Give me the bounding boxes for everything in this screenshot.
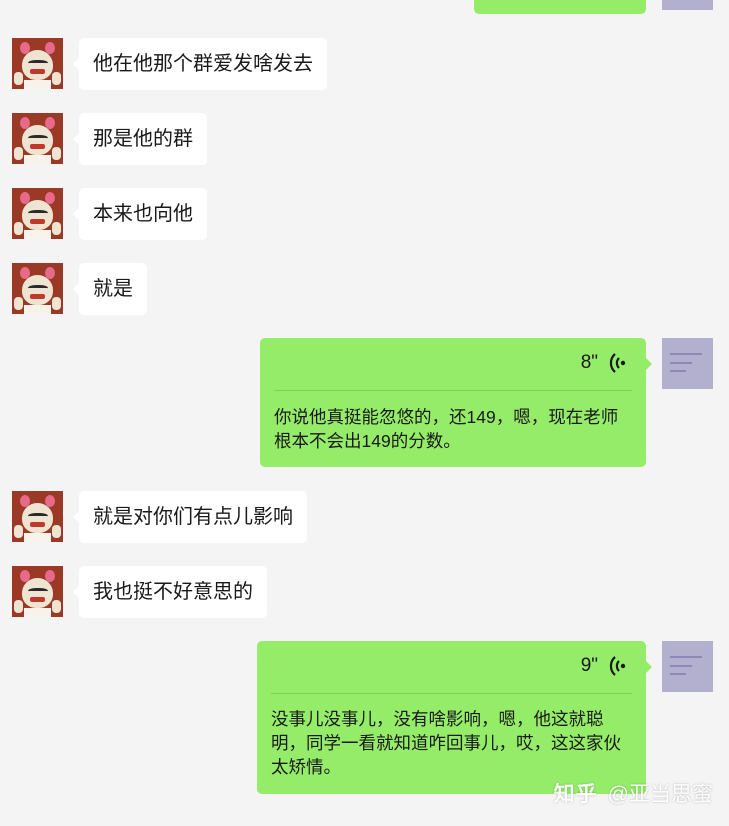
- avatar-contact[interactable]: [12, 38, 63, 89]
- avatar-self[interactable]: [662, 641, 713, 692]
- message-text: 就是: [93, 278, 133, 300]
- voice-duration: 9": [580, 655, 598, 676]
- message-bubble-contact[interactable]: 那是他的群: [73, 113, 207, 165]
- voice-transcript: 你说他真挺能忽悠的，还149，嗯，现在老师根本不会出149的分数。: [274, 407, 619, 451]
- watermark: 知乎 @亚当思蜜: [554, 778, 713, 808]
- avatar-contact[interactable]: [12, 113, 63, 164]
- watermark-handle: @亚当思蜜: [607, 783, 713, 806]
- avatar-contact[interactable]: [12, 566, 63, 617]
- voice-wave-icon: [609, 353, 626, 373]
- avatar-self-partial[interactable]: [662, 0, 713, 10]
- voice-wave-icon: [609, 656, 626, 676]
- avatar-self[interactable]: [662, 338, 713, 389]
- message-text: 那是他的群: [93, 128, 193, 150]
- voice-message-bubble[interactable]: 8" 你说他真挺能忽悠的，还149，嗯，现在老师根本不会出149的分数。: [260, 338, 652, 467]
- voice-player[interactable]: 9": [581, 655, 628, 677]
- message-bubble-self-partial[interactable]: [474, 0, 646, 14]
- message-text: 就是对你们有点儿影响: [93, 506, 293, 528]
- message-text: 他在他那个群爱发啥发去: [93, 53, 313, 75]
- message-text: 我也挺不好意思的: [93, 581, 253, 603]
- message-bubble-contact[interactable]: 就是: [73, 263, 147, 315]
- message-bubble-contact[interactable]: 他在他那个群爱发啥发去: [73, 38, 327, 90]
- transcript-divider: [274, 390, 632, 391]
- avatar-contact[interactable]: [12, 263, 63, 314]
- zhihu-logo: 知乎: [553, 783, 598, 806]
- voice-message-bubble[interactable]: 9" 没事儿没事儿，没有啥影响，嗯，他这就聪明，同学一看就知道咋回事儿，哎，这这…: [257, 641, 652, 794]
- message-bubble-contact[interactable]: 就是对你们有点儿影响: [73, 491, 307, 543]
- message-bubble-contact[interactable]: 本来也向他: [73, 188, 207, 240]
- message-text: 本来也向他: [93, 203, 193, 225]
- avatar-contact[interactable]: [12, 188, 63, 239]
- voice-transcript: 没事儿没事儿，没有啥影响，嗯，他这就聪明，同学一看就知道咋回事儿，哎，这这家伙太…: [271, 709, 621, 777]
- message-bubble-contact[interactable]: 我也挺不好意思的: [73, 566, 267, 618]
- voice-player[interactable]: 8": [581, 352, 628, 374]
- voice-duration: 8": [580, 352, 598, 373]
- avatar-contact[interactable]: [12, 491, 63, 542]
- transcript-divider: [271, 693, 632, 694]
